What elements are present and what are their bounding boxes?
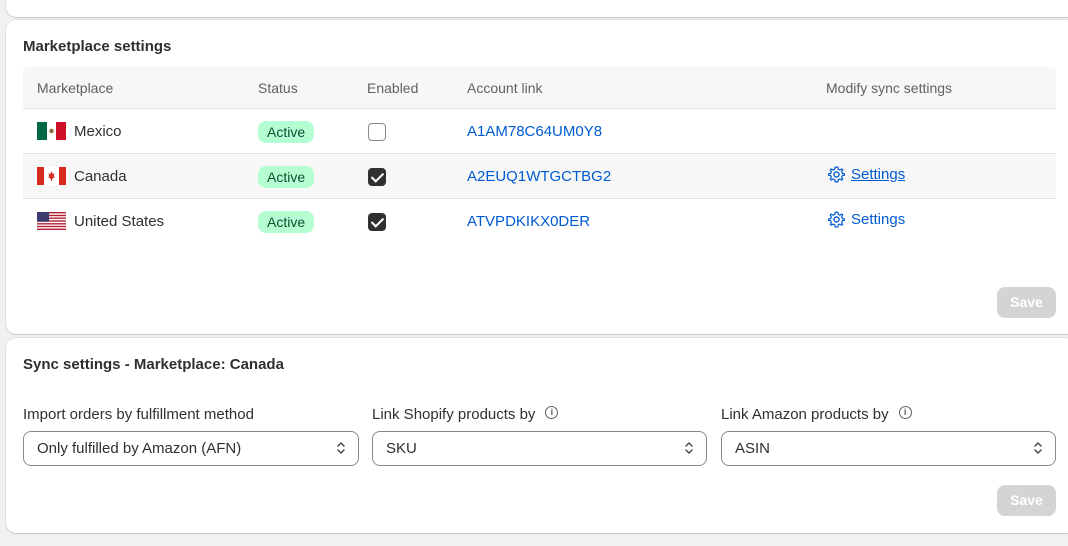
canada-flag-icon: [37, 167, 66, 185]
marketplace-settings-card: Marketplace settings Marketplace Status …: [6, 20, 1068, 334]
fulfillment-method-select[interactable]: Only fulfilled by Amazon (AFN): [23, 431, 359, 466]
column-header-modify-sync: Modify sync settings: [826, 80, 953, 96]
select-value: SKU: [386, 440, 417, 457]
marketplace-cell: Mexico: [37, 122, 122, 140]
field-label-text: Link Amazon products by: [721, 406, 889, 423]
account-link[interactable]: A1AM78C64UM0Y8: [467, 123, 602, 140]
account-link[interactable]: A2EUQ1WTGCTBG2: [467, 168, 611, 185]
select-chevron-icon: [1034, 442, 1042, 454]
enabled-checkbox[interactable]: [368, 123, 386, 141]
settings-link-label: Settings: [851, 166, 906, 183]
settings-link[interactable]: Settings: [828, 211, 905, 228]
info-icon[interactable]: i: [545, 406, 559, 419]
marketplace-cell: United States: [37, 212, 164, 230]
table-row: Canada Active A2EUQ1WTGCTBG2 Settings: [23, 154, 1056, 199]
card-title: Marketplace settings: [23, 38, 172, 55]
gear-icon: [828, 166, 845, 183]
select-chevron-icon: [685, 442, 693, 454]
mexico-flag-icon: [37, 122, 66, 140]
table-header: Marketplace Status Enabled Account link …: [23, 67, 1056, 109]
select-value: Only fulfilled by Amazon (AFN): [37, 440, 242, 457]
fulfillment-method-label: Import orders by fulfillment method: [23, 406, 254, 423]
marketplace-name: Canada: [74, 167, 127, 185]
field-label-text: Import orders by fulfillment method: [23, 406, 254, 423]
card-title: Sync settings - Marketplace: Canada: [23, 356, 284, 373]
enabled-checkbox[interactable]: [368, 213, 386, 231]
marketplace-name: United States: [74, 212, 165, 230]
table-row: United States Active ATVPDKIKX0DER Setti…: [23, 199, 1056, 244]
marketplace-name: Mexico: [74, 122, 122, 140]
settings-link[interactable]: Settings: [828, 166, 905, 183]
select-value: ASIN: [735, 440, 771, 457]
sync-settings-card: Sync settings - Marketplace: Canada Impo…: [6, 338, 1068, 533]
account-link[interactable]: ATVPDKIKX0DER: [467, 213, 590, 230]
select-chevron-icon: [337, 442, 345, 454]
previous-card: [6, 0, 1068, 17]
gear-icon: [828, 211, 845, 228]
shopify-link-select[interactable]: SKU: [372, 431, 707, 466]
status-badge: Active: [258, 121, 315, 143]
save-button[interactable]: Save: [997, 485, 1056, 516]
amazon-link-label: Link Amazon products by i: [721, 406, 912, 423]
settings-link-label: Settings: [851, 211, 906, 228]
enabled-checkbox[interactable]: [368, 168, 386, 186]
info-icon[interactable]: i: [898, 406, 912, 419]
marketplace-cell: Canada: [37, 167, 127, 185]
status-badge: Active: [258, 166, 315, 188]
column-header-account-link: Account link: [467, 80, 543, 96]
us-flag-icon: [37, 212, 66, 230]
marketplace-table: Marketplace Status Enabled Account link …: [23, 67, 1056, 244]
column-header-marketplace: Marketplace: [37, 80, 114, 96]
status-badge: Active: [258, 211, 315, 233]
shopify-link-label: Link Shopify products by i: [372, 406, 559, 423]
amazon-link-select[interactable]: ASIN: [721, 431, 1056, 466]
table-row: Mexico Active A1AM78C64UM0Y8: [23, 109, 1056, 154]
field-label-text: Link Shopify products by: [372, 406, 536, 423]
column-header-enabled: Enabled: [367, 80, 419, 96]
column-header-status: Status: [258, 80, 298, 96]
save-button[interactable]: Save: [997, 287, 1056, 318]
